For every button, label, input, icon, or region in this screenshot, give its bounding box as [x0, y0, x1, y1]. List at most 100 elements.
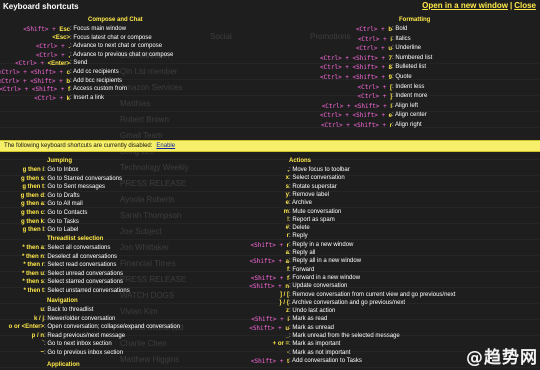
- formatting-shortcut-row: <Ctrl> + ]: Indent more: [300, 92, 427, 102]
- shortcut-description: : Add conversation to Tasks: [289, 357, 362, 364]
- shortcut-description: : Indent less: [392, 83, 425, 90]
- shortcut-modifier: <Ctrl> +: [34, 94, 67, 102]
- shortcut-modifier: <Ctrl> +: [35, 51, 69, 59]
- shortcut-key: * then t: [24, 287, 44, 296]
- formatting-shortcut-row: <Ctrl> + [: Indent less: [300, 83, 424, 92]
- formatting-shortcut-row: <Ctrl> + <Shift> + e: Align center: [300, 111, 427, 121]
- shortcut-keycap: * then s: [22, 279, 44, 286]
- shortcut-keycap: <Enter>: [47, 61, 70, 68]
- shortcut-key: <Ctrl> + ]: [357, 92, 392, 102]
- shortcut-keycap: g then t: [22, 184, 44, 191]
- threadlist-shortcut-row: * then t: Select unstarred conversations: [0, 287, 130, 296]
- shortcut-key: <Ctrl> + <Shift> + 8: [320, 63, 392, 73]
- shortcut-modifier: <Ctrl> + <Shift> +: [320, 112, 389, 120]
- formatting-shortcut-row: <Ctrl> + <Shift> + l: Align left: [300, 102, 418, 112]
- shortcut-keycap: * then r: [23, 262, 44, 269]
- shortcut-modifier: <Shift> +: [251, 316, 288, 324]
- shortcut-description: : Align right: [392, 122, 422, 128]
- shortcut-key: <Ctrl> + u: [356, 44, 392, 54]
- header-links: Open in a new window | Close: [422, 1, 536, 10]
- shortcut-modifier: <Ctrl> + <Shift> +: [0, 69, 67, 76]
- shortcut-description: : Insert a link: [70, 94, 105, 101]
- shortcut-key: <Ctrl> + k: [34, 94, 70, 104]
- disabled-shortcuts-banner: The following keyboard shortcuts are cur…: [0, 140, 540, 152]
- shortcut-description: : Select unstarred conversations: [44, 288, 130, 294]
- close-link[interactable]: Close: [514, 1, 536, 10]
- shortcut-modifier: <Ctrl> +: [355, 45, 389, 53]
- shortcut-keycap: <Esc>: [52, 34, 70, 41]
- shortcut-modifier: <Ctrl> + <Shift> +: [321, 102, 391, 110]
- overlay-title: Keyboard shortcuts: [3, 2, 79, 11]
- shortcut-description: : Go to previous inbox section: [44, 350, 124, 356]
- watermark: @趋势网: [466, 348, 538, 368]
- shortcut-key: <Ctrl> + <Shift> + r: [321, 121, 392, 131]
- open-new-window-link[interactable]: Open in a new window: [422, 1, 508, 10]
- shortcut-modifier: <Ctrl> +: [357, 35, 391, 43]
- shortcut-description: : Bold: [392, 26, 408, 32]
- shortcut-key: <Ctrl> + <Shift> + l: [322, 102, 392, 112]
- shortcut-keycap: g then s: [20, 175, 44, 182]
- header-separator: |: [509, 1, 513, 10]
- shortcut-key: g then l: [23, 226, 44, 235]
- shortcut-keycap: Esc: [59, 27, 70, 33]
- section-title-threadlist: Threadlist selection: [47, 236, 104, 242]
- formatting-shortcut-row: <Ctrl> + <Shift> + r: Align right: [300, 121, 422, 131]
- shortcut-modifier: <Ctrl> + <Shift> +: [320, 64, 389, 72]
- shortcut-modifier: <Ctrl> + <Shift> +: [320, 54, 389, 62]
- shortcut-modifier: <Shift> +: [250, 357, 287, 365]
- shortcut-description: : Italics: [392, 35, 411, 42]
- banner-message: The following keyboard shortcuts are cur…: [4, 143, 153, 149]
- keyboard-shortcuts-overlay: Keyboard shortcuts Open in a new window |…: [0, 0, 540, 370]
- section-title-application: Application: [47, 362, 80, 368]
- formatting-shortcut-row: <Ctrl> + b: Bold: [300, 25, 408, 35]
- shortcut-description: : Align left: [392, 102, 419, 109]
- shortcut-modifier: <Ctrl> +: [357, 83, 390, 91]
- shortcut-description: : Align center: [392, 112, 427, 119]
- section-title-navigation: Navigation: [47, 298, 78, 304]
- shortcut-keycap: * then n: [22, 253, 44, 260]
- jumping-shortcut-row: g then l: Go to Label: [0, 226, 79, 235]
- shortcut-keycap: o or <Enter>: [8, 324, 44, 331]
- formatting-shortcut-row: <Ctrl> + i: Italics: [300, 35, 411, 45]
- shortcut-keycap: g then d: [20, 192, 44, 199]
- shortcut-keycap: k / j: [33, 315, 44, 322]
- shortcut-modifier: <Ctrl> +: [355, 26, 389, 33]
- shortcut-modifier: <Shift> +: [249, 324, 286, 332]
- shortcut-keycap: g then i: [22, 167, 44, 173]
- shortcut-keycap: g then k: [20, 218, 44, 225]
- shortcut-key: <Ctrl> + i: [358, 35, 392, 45]
- shortcut-modifier: <Ctrl> + <Shift> +: [0, 86, 68, 94]
- shortcut-description: : Bulleted list: [392, 64, 427, 71]
- navigation-shortcut-row: ~: Go to previous inbox section: [0, 349, 123, 358]
- shortcut-modifier: <Shift> +: [23, 26, 60, 33]
- shortcut-description: : Go to Label: [44, 227, 79, 234]
- shortcut-key: <Ctrl> + <Shift> + e: [320, 111, 392, 121]
- shortcut-modifier: <Shift> +: [250, 241, 287, 249]
- compose_chat-shortcut-row: <Ctrl> + k: Insert a link: [0, 94, 104, 104]
- section-title-compose-chat: Compose and Chat: [88, 17, 143, 23]
- shortcut-keycap: + or =: [272, 341, 289, 348]
- formatting-shortcut-row: <Ctrl> + <Shift> + 9: Quote: [300, 73, 412, 83]
- section-title-jumping: Jumping: [47, 158, 72, 164]
- shortcut-modifier: <Ctrl> + <Shift> +: [321, 122, 390, 129]
- shortcut-key: <Ctrl> + <Shift> + 7: [320, 54, 392, 64]
- shortcut-key: <Ctrl> + <Shift> + 9: [320, 73, 392, 83]
- shortcut-description: : Quote: [392, 74, 412, 80]
- shortcut-modifier: <Ctrl> +: [357, 93, 390, 101]
- shortcut-modifier: <Shift> +: [249, 283, 286, 291]
- shortcut-modifier: <Shift> +: [250, 274, 287, 282]
- formatting-shortcut-row: <Ctrl> + <Shift> + 7: Numbered list: [300, 54, 432, 64]
- shortcut-keycap: * then u: [22, 270, 44, 277]
- formatting-shortcut-row: <Ctrl> + u: Underline: [300, 44, 421, 54]
- actions-shortcut-row: <Shift> + t: Add conversation to Tasks: [200, 357, 362, 367]
- shortcut-keycap: p / n: [31, 332, 44, 339]
- shortcut-modifier: <Ctrl> +: [35, 43, 69, 51]
- shortcut-key: <Shift> + t: [251, 357, 289, 367]
- enable-link[interactable]: Enable: [156, 143, 175, 149]
- section-title-formatting: Formatting: [399, 17, 431, 23]
- section-title-actions: Actions: [289, 158, 312, 164]
- shortcut-keycap: g then l: [22, 227, 44, 234]
- shortcut-key: <Ctrl> + b: [356, 25, 392, 35]
- shortcut-description: : Indent more: [392, 93, 428, 100]
- shortcut-description: : Numbered list: [392, 54, 433, 61]
